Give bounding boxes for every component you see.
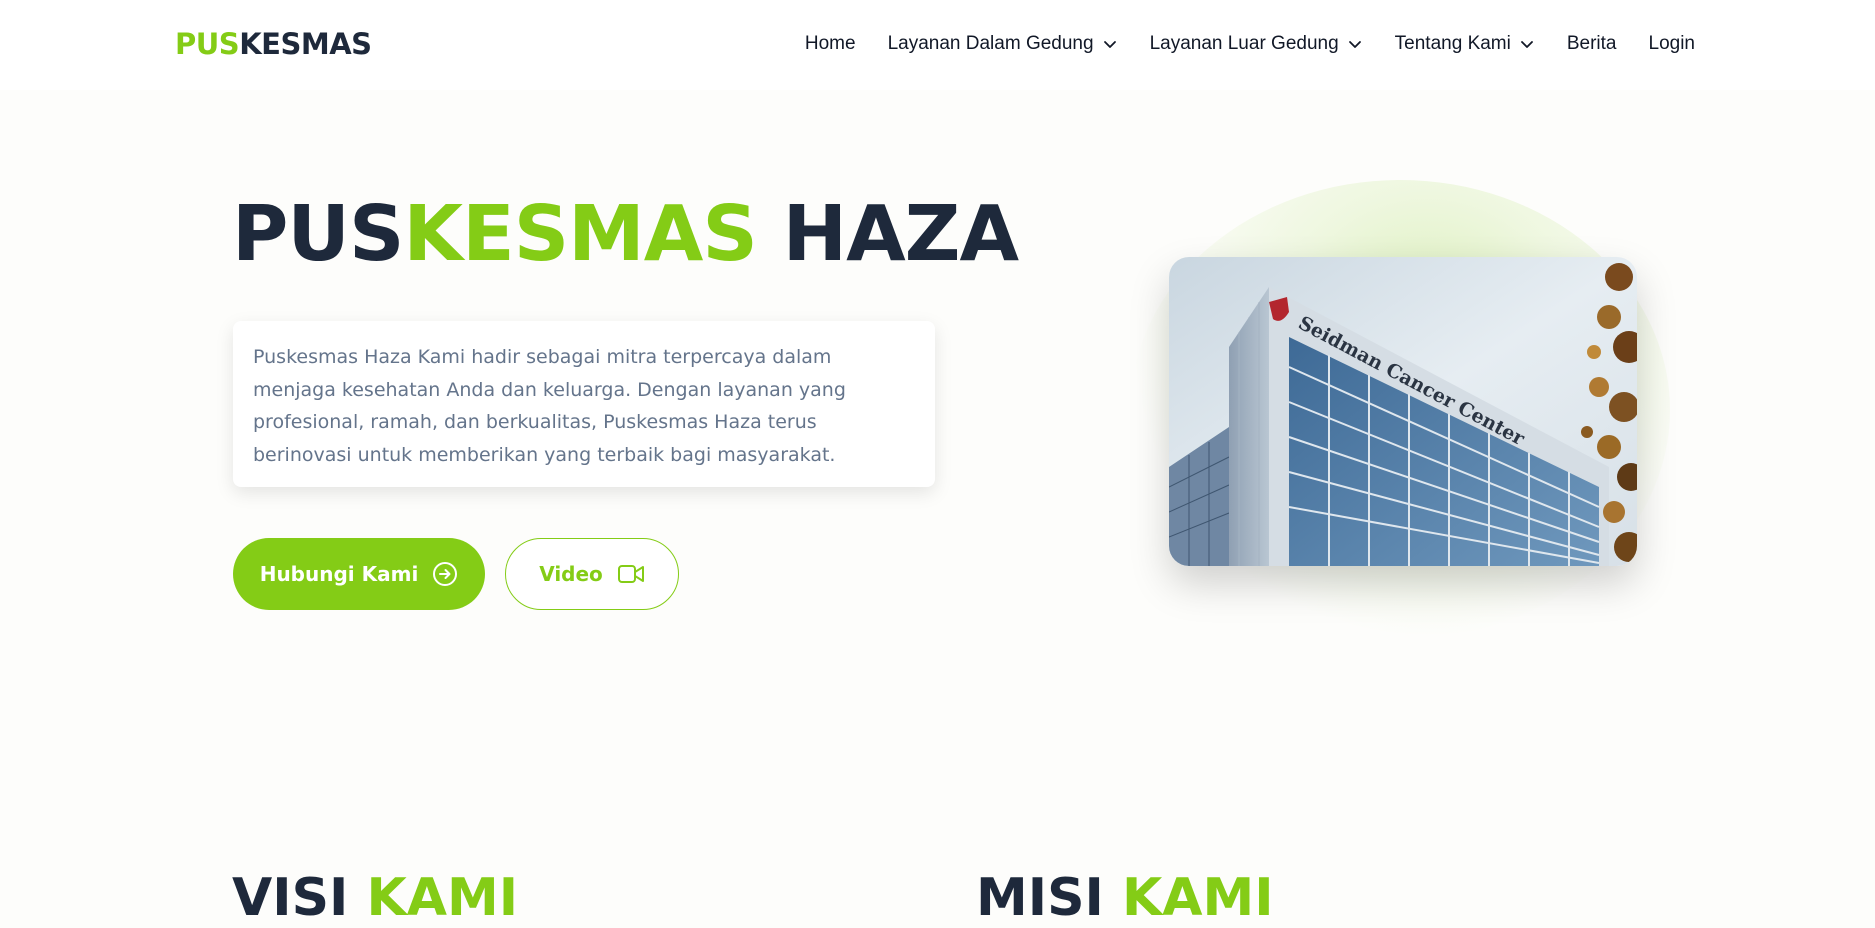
nav-item-label: Layanan Luar Gedung: [1149, 33, 1339, 54]
nav-item-label: Layanan Dalam Gedung: [887, 33, 1094, 54]
video-button[interactable]: Video: [505, 538, 679, 610]
nav-item-label: Tentang Kami: [1394, 33, 1511, 54]
nav-item-home[interactable]: Home: [805, 30, 856, 58]
chevron-down-icon: [1103, 41, 1116, 48]
chevron-down-icon: [1520, 41, 1533, 48]
hero-title-part-3: HAZA: [782, 190, 1019, 279]
nav-item-label: Login: [1648, 33, 1696, 54]
hero-description-card: Puskesmas Haza Kami hadir sebagai mitra …: [233, 321, 935, 487]
hero-title-part-1: PUS: [232, 190, 404, 279]
navbar: PUSKESMAS Home Layanan Dalam Gedung Laya…: [0, 0, 1875, 90]
arrow-right-circle-icon: [432, 561, 458, 587]
logo-text-accent: PUS: [175, 27, 240, 61]
misi-title-part-1: MISI: [976, 868, 1104, 928]
site-logo[interactable]: PUSKESMAS: [175, 26, 372, 62]
contact-us-button[interactable]: Hubungi Kami: [233, 538, 485, 610]
hero-title: PUSKESMAS HAZA: [232, 190, 1019, 280]
logo-text-dark: KESMAS: [239, 27, 372, 61]
building-illustration: Seidman Cancer Center: [1169, 257, 1637, 566]
nav-item-layanan-dalam-gedung[interactable]: Layanan Dalam Gedung: [888, 30, 1118, 58]
nav-item-berita[interactable]: Berita: [1567, 30, 1617, 58]
nav-menu: Home Layanan Dalam Gedung Layanan Luar G…: [805, 30, 1695, 58]
nav-item-layanan-luar-gedung[interactable]: Layanan Luar Gedung: [1150, 30, 1363, 58]
misi-section-title: MISI KAMI: [976, 868, 1274, 928]
nav-item-label: Berita: [1566, 33, 1617, 54]
contact-us-button-label: Hubungi Kami: [259, 562, 419, 586]
visi-section-title: VISI KAMI: [232, 868, 518, 928]
video-button-label: Video: [539, 562, 603, 586]
hero-title-part-2: KESMAS: [403, 190, 757, 279]
misi-title-part-2: KAMI: [1122, 868, 1274, 928]
nav-item-login[interactable]: Login: [1649, 30, 1696, 58]
hero-description: Puskesmas Haza Kami hadir sebagai mitra …: [253, 346, 846, 466]
nav-item-label: Home: [804, 33, 856, 54]
video-camera-icon: [617, 563, 645, 585]
chevron-down-icon: [1348, 41, 1361, 48]
nav-item-tentang-kami[interactable]: Tentang Kami: [1395, 30, 1535, 58]
visi-title-part-1: VISI: [232, 868, 349, 928]
visi-title-part-2: KAMI: [366, 868, 519, 928]
hero-building-image: Seidman Cancer Center: [1169, 257, 1637, 566]
